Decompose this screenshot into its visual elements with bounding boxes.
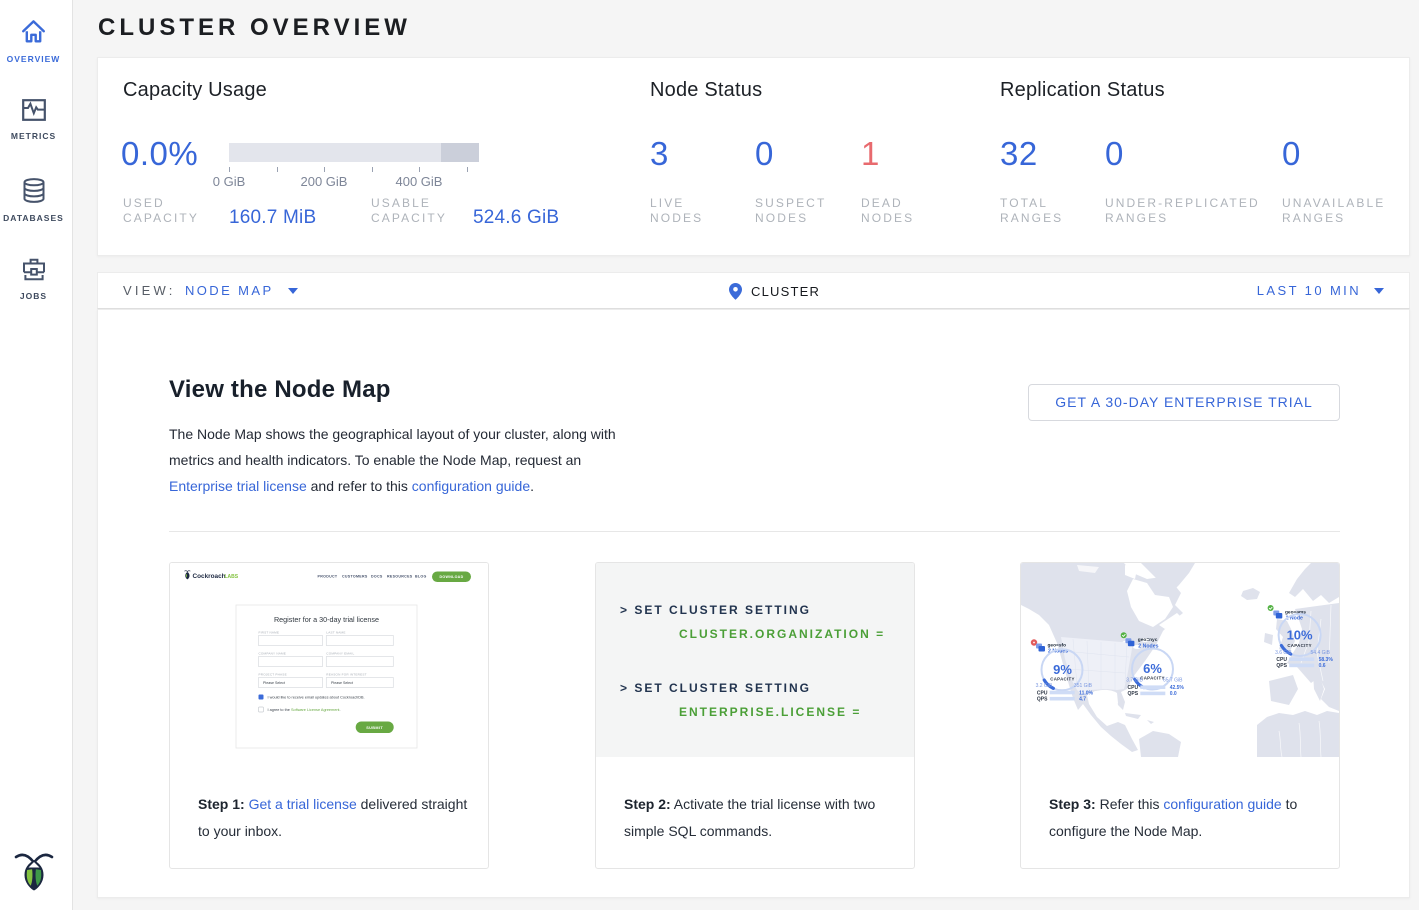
svg-text:REASON FOR INTEREST: REASON FOR INTEREST <box>326 673 366 677</box>
svg-text:COMPANY EMAIL: COMPANY EMAIL <box>326 652 354 656</box>
svg-text:CPU: CPU <box>1276 657 1287 663</box>
svg-text:9%: 9% <box>1053 662 1072 677</box>
svg-text:CAPACITY: CAPACITY <box>1287 643 1312 648</box>
svg-text:Please Select: Please Select <box>331 681 353 685</box>
svg-text:Cockroach: Cockroach <box>193 573 226 580</box>
svg-text:RESOURCES: RESOURCES <box>387 575 413 579</box>
svg-text:58.3%: 58.3% <box>1319 657 1334 663</box>
svg-text:I agree to the Software Licens: I agree to the Software License Agreemen… <box>268 708 341 712</box>
svg-text:10%: 10% <box>1287 627 1313 642</box>
svg-text:CPU: CPU <box>1037 690 1048 696</box>
svg-text:3.6 GiB: 3.6 GiB <box>1275 650 1292 656</box>
svg-text:QPS: QPS <box>1276 663 1287 669</box>
svg-text:CAPACITY: CAPACITY <box>1140 676 1165 681</box>
svg-text:LABS: LABS <box>225 574 239 580</box>
svg-text:SUBMIT: SUBMIT <box>366 726 383 730</box>
svg-text:PRODUCT: PRODUCT <box>318 575 338 579</box>
svg-text:0.0: 0.0 <box>1170 691 1177 697</box>
svg-text:4.7: 4.7 <box>1079 697 1086 703</box>
svg-text:I would like to receive email: I would like to receive email updates ab… <box>268 696 365 700</box>
svg-text:0.6: 0.6 <box>1319 663 1326 669</box>
svg-text:3.2 GiB: 3.2 GiB <box>1036 683 1053 689</box>
svg-text:CAPACITY: CAPACITY <box>1050 677 1075 682</box>
svg-text:Register for a 30-day trial li: Register for a 30-day trial license <box>274 615 379 624</box>
svg-text:DOWNLOAD: DOWNLOAD <box>440 575 464 579</box>
svg-text:PROJECT PHASE: PROJECT PHASE <box>259 673 287 677</box>
svg-text:351 GiB: 351 GiB <box>1074 683 1093 689</box>
svg-text:3.7 GiB: 3.7 GiB <box>1126 678 1143 684</box>
svg-text:FIRST NAME: FIRST NAME <box>259 631 280 635</box>
svg-text:QPS: QPS <box>1128 691 1139 697</box>
svg-text:BLOG: BLOG <box>415 575 427 579</box>
svg-text:CPU: CPU <box>1128 685 1139 691</box>
svg-text:QPS: QPS <box>1037 697 1048 703</box>
svg-text:11.0%: 11.0% <box>1079 690 1093 696</box>
svg-text:DOCS: DOCS <box>371 575 383 579</box>
svg-text:65.7 GiB: 65.7 GiB <box>1163 678 1183 684</box>
svg-text:CUSTOMERS: CUSTOMERS <box>342 575 368 579</box>
svg-text:Please Select: Please Select <box>263 681 285 685</box>
svg-text:COMPANY NAME: COMPANY NAME <box>259 652 287 656</box>
svg-text:6%: 6% <box>1143 661 1162 676</box>
svg-text:LAST NAME: LAST NAME <box>326 631 345 635</box>
svg-text:54.4 GiB: 54.4 GiB <box>1311 650 1331 656</box>
svg-text:42.5%: 42.5% <box>1170 685 1185 691</box>
